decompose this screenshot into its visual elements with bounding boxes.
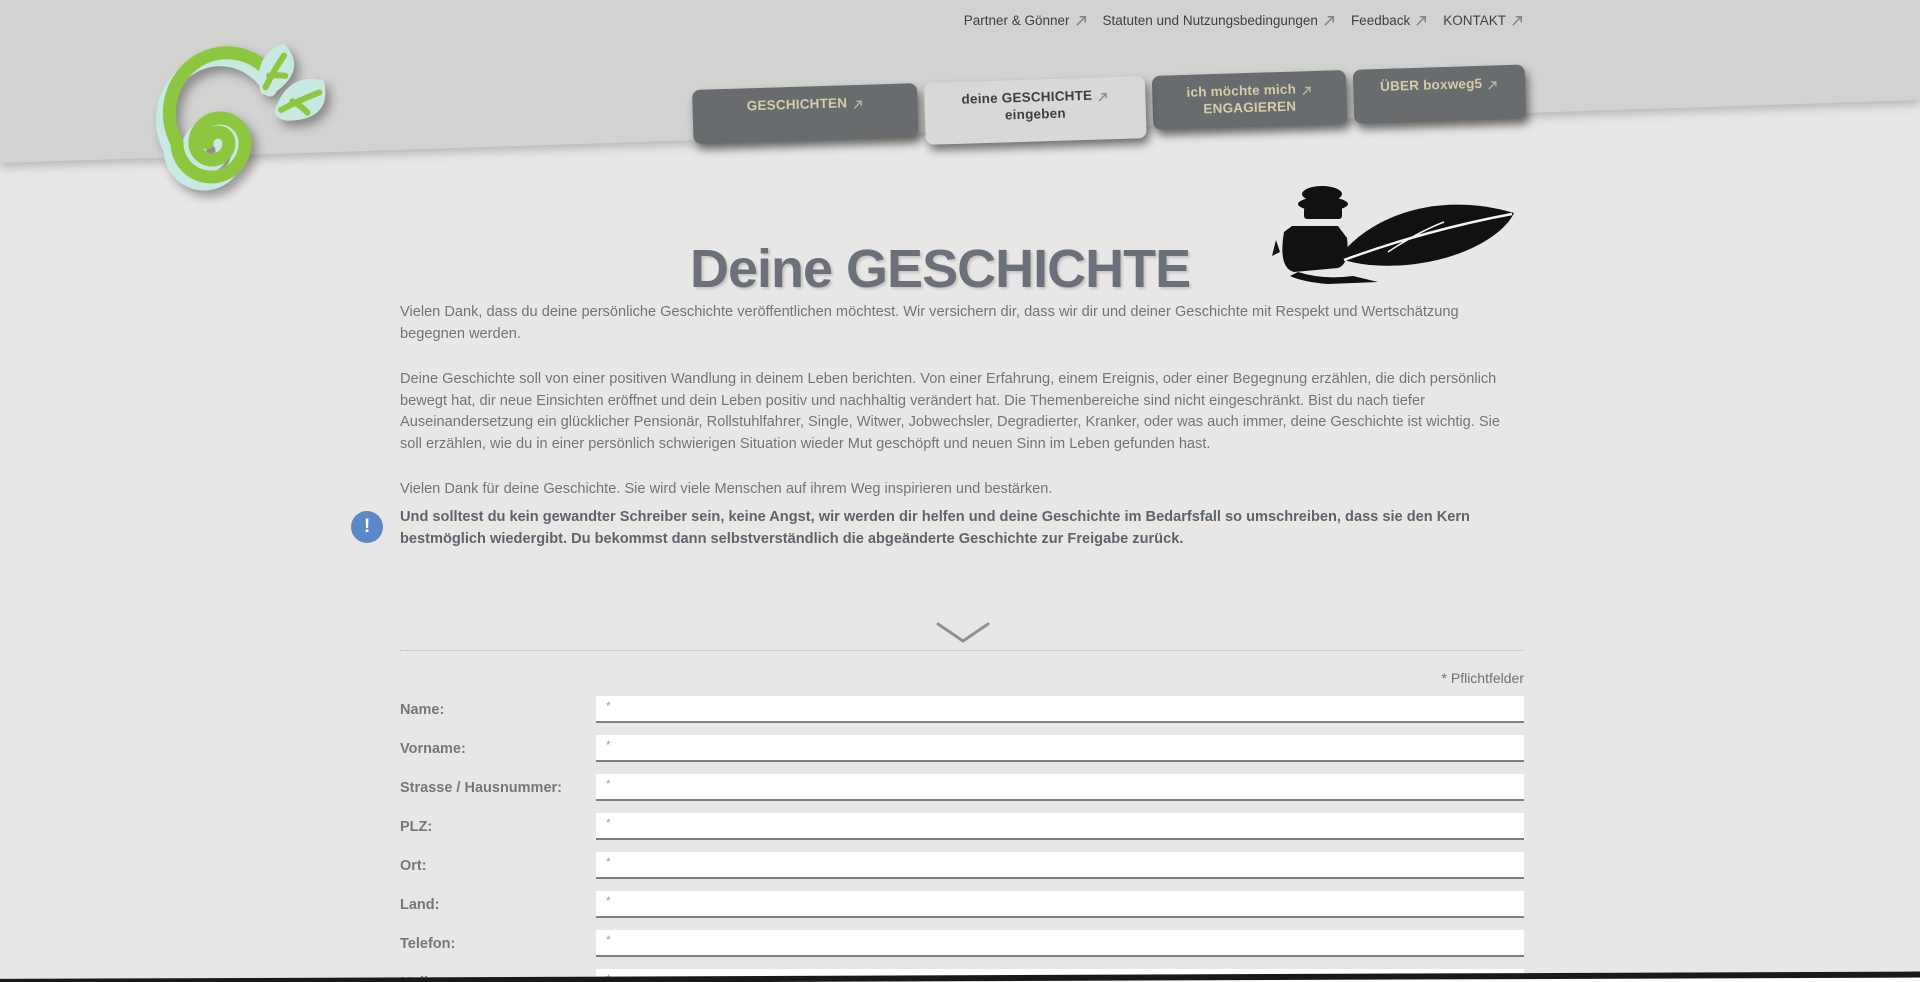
land-label: Land:: [400, 897, 596, 913]
telefon-input[interactable]: [596, 930, 1524, 957]
tab-ueber-boxweg5[interactable]: ÜBER boxweg5: [1353, 65, 1527, 124]
external-link-icon: [1511, 14, 1524, 27]
external-link-icon: [1323, 14, 1336, 27]
tab-label: GESCHICHTEN: [747, 94, 848, 114]
nav-label: Statuten und Nutzungsbedingungen: [1103, 13, 1318, 28]
form-row: Vorname:: [400, 735, 1524, 762]
plz-input[interactable]: [596, 813, 1524, 840]
tab-label-line2: eingeben: [1005, 105, 1066, 124]
top-utility-nav: Partner & Gönner Statuten und Nutzungsbe…: [0, 13, 1524, 28]
ort-label: Ort:: [400, 858, 596, 874]
nav-partner-goenner[interactable]: Partner & Gönner: [964, 13, 1088, 28]
form-row: PLZ:: [400, 813, 1524, 840]
name-input[interactable]: [596, 696, 1524, 723]
external-link-icon: [1487, 77, 1498, 88]
form-row: Telefon:: [400, 930, 1524, 957]
nav-label: KONTAKT: [1443, 13, 1506, 28]
info-icon: !: [351, 511, 383, 543]
plz-label: PLZ:: [400, 819, 596, 835]
nav-kontakt[interactable]: KONTAKT: [1443, 13, 1524, 28]
form-row: Ort:: [400, 852, 1524, 879]
vorname-input[interactable]: [596, 735, 1524, 762]
intro-paragraph-1: Vielen Dank, dass du deine persönliche G…: [400, 302, 1518, 345]
nav-label: Partner & Gönner: [964, 13, 1070, 28]
site-logo-spiral-icon[interactable]: [112, 38, 347, 233]
page-title: Deine GESCHICHTE: [690, 238, 1190, 300]
name-label: Name:: [400, 702, 596, 718]
external-link-icon: [1415, 14, 1428, 27]
required-fields-hint: * Pflichtfelder: [400, 670, 1524, 686]
tab-deine-geschichte-eingeben[interactable]: deine GESCHICHTE eingeben: [924, 76, 1147, 145]
intro-copy: Vielen Dank, dass du deine persönliche G…: [400, 302, 1518, 525]
ort-input[interactable]: [596, 852, 1524, 879]
quill-inkwell-illustration: [1268, 180, 1518, 290]
page: Partner & Gönner Statuten und Nutzungsbe…: [0, 0, 1920, 982]
dotted-divider: [400, 650, 1524, 651]
external-link-icon: [1301, 83, 1312, 94]
intro-paragraph-3: Vielen Dank für deine Geschichte. Sie wi…: [400, 479, 1518, 501]
strasse-hausnummer-label: Strasse / Hausnummer:: [400, 780, 596, 796]
vorname-label: Vorname:: [400, 741, 596, 757]
telefon-label: Telefon:: [400, 936, 596, 952]
tab-ich-moechte-mich-engagieren[interactable]: ich möchte mich ENGAGIEREN: [1152, 70, 1348, 130]
nav-feedback[interactable]: Feedback: [1351, 13, 1428, 28]
tab-label: deine GESCHICHTE: [961, 87, 1092, 108]
form-row: Land:: [400, 891, 1524, 918]
form-row: Strasse / Hausnummer:: [400, 774, 1524, 801]
intro-paragraph-2: Deine Geschichte soll von einer positive…: [400, 369, 1518, 455]
strasse-hausnummer-input[interactable]: [596, 774, 1524, 801]
chevron-down-icon: [936, 622, 990, 649]
external-link-icon: [1075, 14, 1088, 27]
nav-label: Feedback: [1351, 13, 1410, 28]
tab-label: ÜBER boxweg5: [1380, 75, 1483, 95]
nav-statuten[interactable]: Statuten und Nutzungsbedingungen: [1103, 13, 1336, 28]
tab-label-line2: ENGAGIEREN: [1203, 98, 1296, 118]
helper-note: Und solltest du kein gewandter Schreiber…: [400, 506, 1495, 550]
external-link-icon: [852, 97, 863, 108]
tab-geschichten[interactable]: GESCHICHTEN: [692, 83, 919, 144]
external-link-icon: [1097, 89, 1108, 100]
land-input[interactable]: [596, 891, 1524, 918]
form-row: Name:: [400, 696, 1524, 723]
story-contact-form: Name: Vorname: Strasse / Hausnummer: PLZ…: [400, 696, 1524, 982]
